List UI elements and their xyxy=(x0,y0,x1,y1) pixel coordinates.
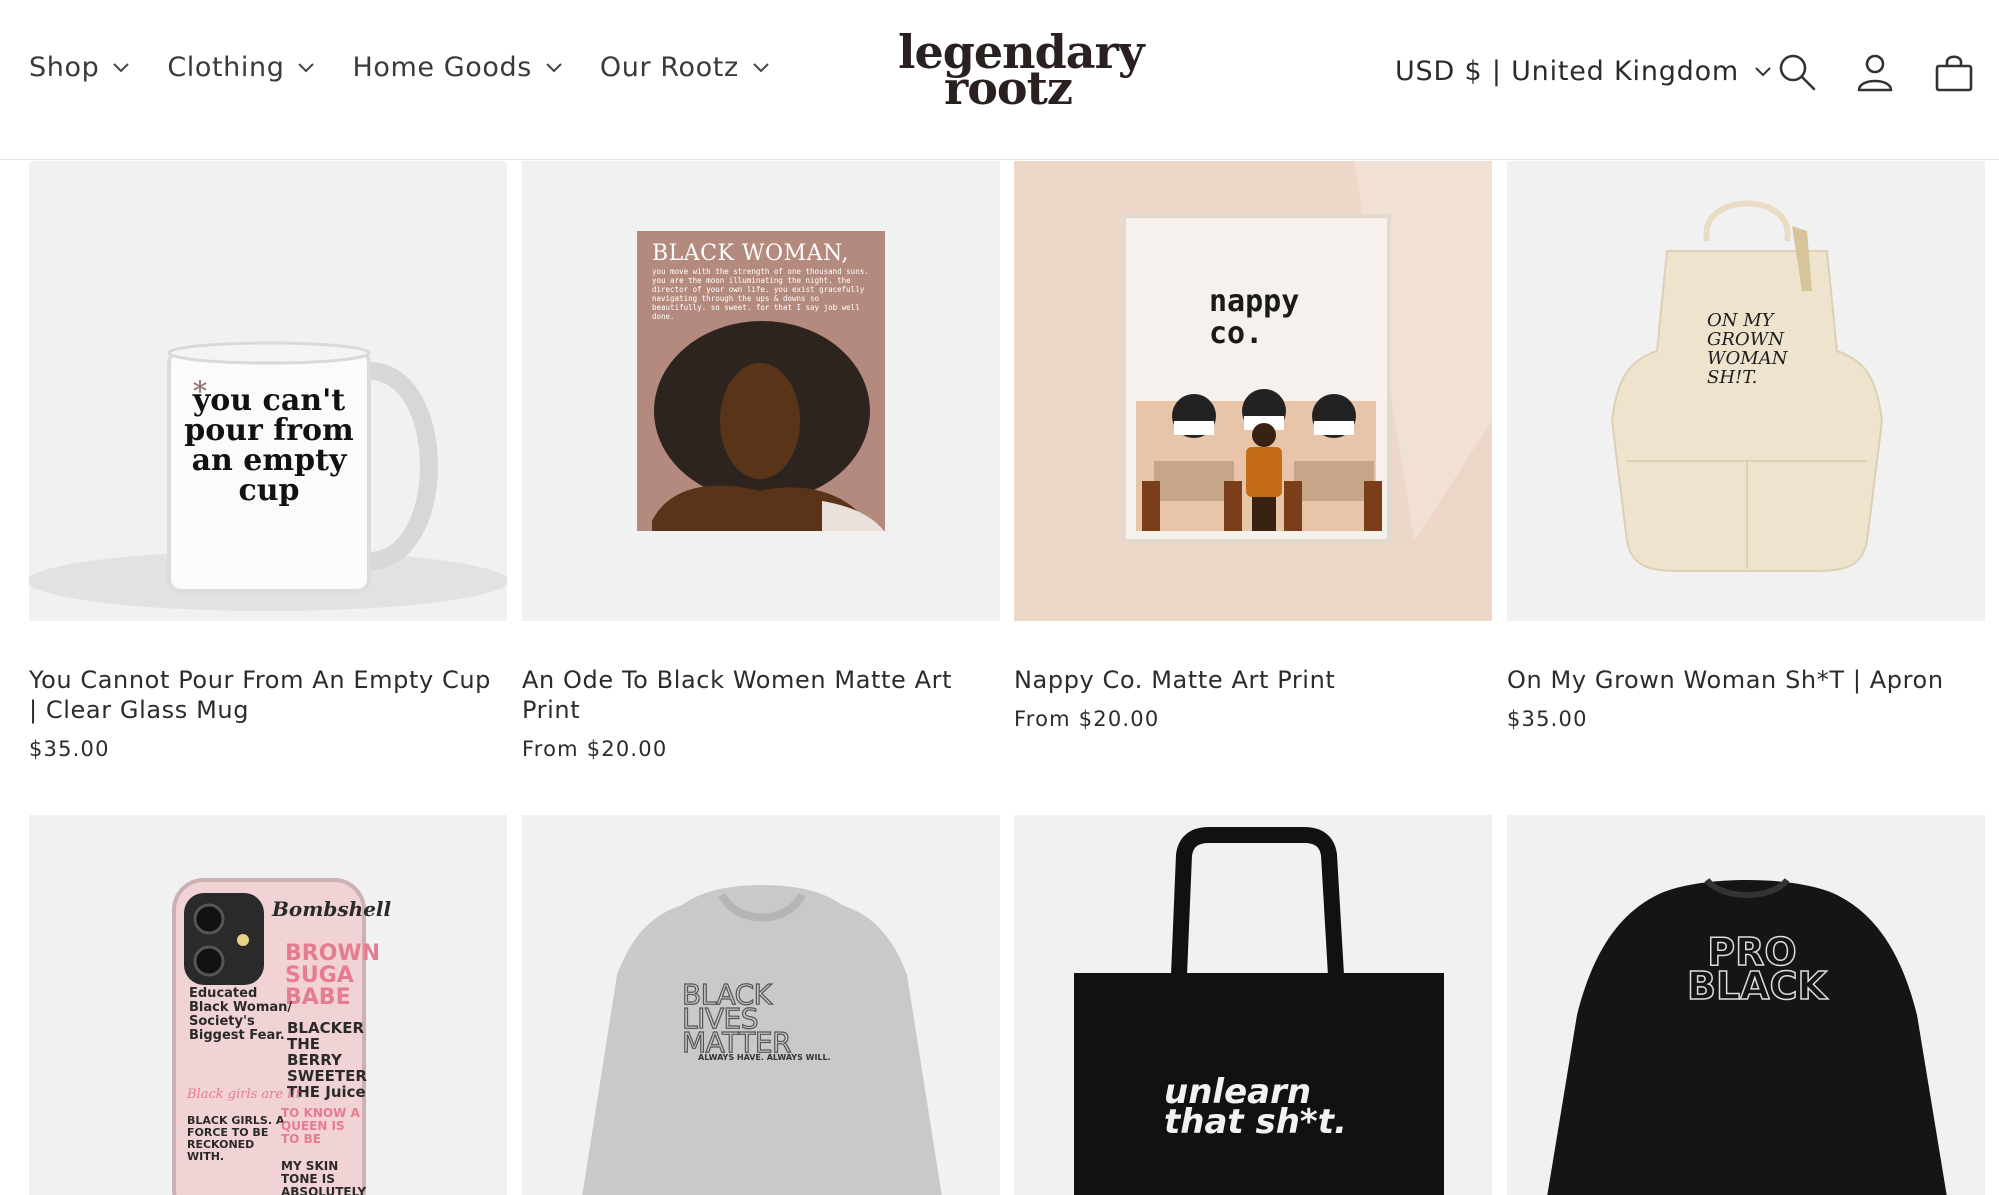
case-text: BROWN SUGA BABE xyxy=(285,941,381,1010)
product-price: From $20.00 xyxy=(522,737,668,761)
print-heading: BLACK WOMAN, xyxy=(652,241,849,266)
tote-text: unlearn that sh*t. xyxy=(1164,1075,1384,1142)
nav-shop-label: Shop xyxy=(29,52,100,83)
product-image[interactable]: Bombshell BROWN SUGA BABE Educated Black… xyxy=(29,815,507,1195)
chevron-down-icon xyxy=(753,62,769,72)
nav-home-goods-label: Home Goods xyxy=(352,52,532,83)
product-card[interactable]: Bombshell BROWN SUGA BABE Educated Black… xyxy=(29,815,507,1195)
product-image[interactable]: BLACK LIVES MATTER ALWAYS HAVE. ALWAYS W… xyxy=(522,815,1000,1195)
search-icon[interactable] xyxy=(1777,52,1817,92)
site-header: Shop Clothing Home Goods Our Rootz legen… xyxy=(0,0,1999,160)
print-body-text: you move with the strength of one thousa… xyxy=(652,267,869,321)
case-title: Bombshell xyxy=(272,897,392,921)
case-text: Educated Black Woman/ Society's Biggest … xyxy=(189,986,293,1043)
mug-text: you can't pour from an empty cup xyxy=(184,383,354,508)
sweatshirt-text: BLACK LIVES MATTER xyxy=(681,978,792,1059)
nav-home-goods[interactable]: Home Goods xyxy=(352,52,562,83)
product-image[interactable]: nappy co. xyxy=(1014,161,1492,621)
product-title[interactable]: An Ode To Black Women Matte Art Print xyxy=(522,665,1000,725)
main-nav: Shop Clothing Home Goods Our Rootz xyxy=(29,52,807,83)
art-print-black-woman-image xyxy=(637,231,885,531)
art-print-nappy-co-image xyxy=(1122,161,1492,543)
case-text: Black girls are lit xyxy=(187,1087,301,1102)
nav-clothing[interactable]: Clothing xyxy=(167,52,315,83)
print-text: nappy co. xyxy=(1209,284,1300,351)
product-price: $35.00 xyxy=(29,737,110,761)
case-text: BLACK GIRLS. A FORCE TO BE RECKONED WITH… xyxy=(187,1114,285,1163)
product-card[interactable]: ON MY GROWN WOMAN SH!T. On My Grown Woma… xyxy=(1507,161,1985,731)
cart-icon[interactable] xyxy=(1934,52,1974,92)
site-logo[interactable]: legendary rootz xyxy=(898,29,1145,111)
product-card[interactable]: BLACK LIVES MATTER ALWAYS HAVE. ALWAYS W… xyxy=(522,815,1000,1195)
product-card[interactable]: * you can't pour from an empty cup You C… xyxy=(29,161,507,761)
product-title[interactable]: Nappy Co. Matte Art Print xyxy=(1014,665,1492,695)
tote-text-line2: that sh*t. xyxy=(1164,1102,1347,1142)
account-icon[interactable] xyxy=(1855,52,1895,92)
product-title[interactable]: You Cannot Pour From An Empty Cup | Clea… xyxy=(29,665,507,725)
product-card[interactable]: PRO BLACK xyxy=(1507,815,1985,1195)
nav-our-rootz-label: Our Rootz xyxy=(599,52,739,83)
product-card[interactable]: unlearn that sh*t. xyxy=(1014,815,1492,1195)
jacket-text: PRO BLACK xyxy=(1686,930,1827,1008)
product-image[interactable]: PRO BLACK xyxy=(1507,815,1985,1195)
nav-our-rootz[interactable]: Our Rootz xyxy=(600,52,769,83)
case-text: MY SKIN TONE IS ABSOLUTELY xyxy=(281,1159,367,1195)
product-image[interactable]: ON MY GROWN WOMAN SH!T. xyxy=(1507,161,1985,621)
product-price: $35.00 xyxy=(1507,707,1588,731)
product-price: From $20.00 xyxy=(1014,707,1160,731)
currency-label: USD $ | United Kingdom xyxy=(1395,56,1740,87)
apron-image xyxy=(1610,200,1884,572)
chevron-down-icon xyxy=(298,62,315,72)
product-image[interactable]: unlearn that sh*t. xyxy=(1014,815,1492,1195)
sweatshirt-subtext: ALWAYS HAVE. ALWAYS WILL. xyxy=(698,1053,831,1062)
product-card[interactable]: BLACK WOMAN, you move with the strength … xyxy=(522,161,1000,761)
currency-selector[interactable]: USD $ | United Kingdom xyxy=(1395,56,1771,87)
product-card[interactable]: nappy co. Nappy Co. Matte Art Print From… xyxy=(1014,161,1492,731)
chevron-down-icon xyxy=(546,62,562,72)
chevron-down-icon xyxy=(113,62,130,72)
nav-clothing-label: Clothing xyxy=(167,52,285,83)
product-title[interactable]: On My Grown Woman Sh*T | Apron xyxy=(1507,665,1985,695)
apron-text: ON MY GROWN WOMAN SH!T. xyxy=(1707,310,1788,388)
chevron-down-icon xyxy=(1755,66,1771,76)
product-image[interactable]: * you can't pour from an empty cup xyxy=(29,161,507,621)
case-text: TO KNOW A QUEEN IS TO BE xyxy=(281,1106,360,1146)
nav-shop[interactable]: Shop xyxy=(29,52,130,83)
product-image[interactable]: BLACK WOMAN, you move with the strength … xyxy=(522,161,1000,621)
